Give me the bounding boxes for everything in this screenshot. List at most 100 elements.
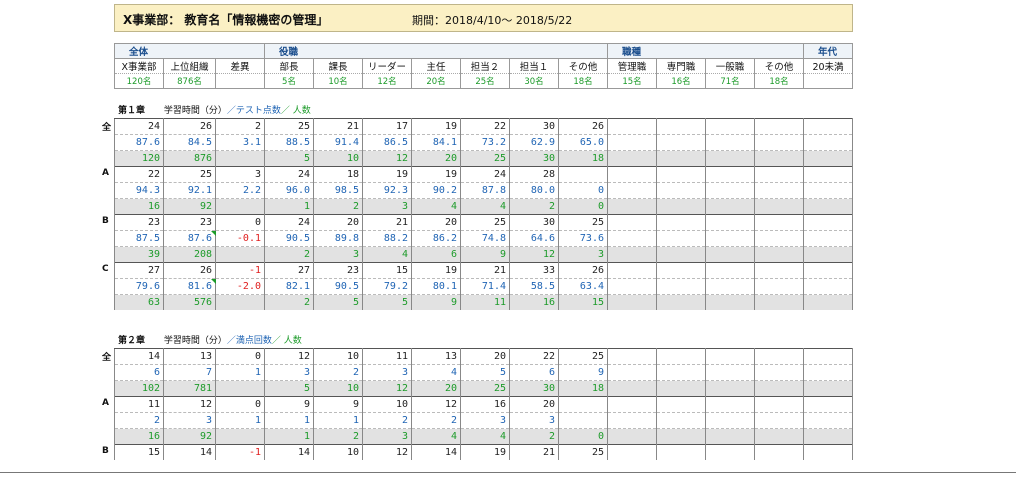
table-cell	[754, 380, 804, 397]
table-cell: 30	[509, 214, 559, 231]
table-cell: 19	[411, 166, 461, 183]
table-cell	[558, 412, 608, 429]
table-cell: 71.4	[460, 278, 510, 295]
table-cell: 39	[114, 246, 164, 263]
table-cell: 80.1	[411, 278, 461, 295]
table-cell: 14	[264, 444, 314, 460]
table-cell	[803, 364, 853, 381]
table-cell: 4	[460, 198, 510, 215]
table-cell	[607, 246, 657, 263]
table-cell	[656, 428, 706, 445]
table-cell: 89.8	[313, 230, 363, 247]
table-cell: 19	[460, 444, 510, 460]
table-cell	[803, 278, 853, 295]
table-row: 94.3 92.1 2.2 96.0 98.5 92.3 90.2 87.8 80.0 0	[114, 182, 853, 199]
table-cell	[656, 166, 706, 183]
table-cell: 25	[558, 444, 608, 460]
header-group-row: 全体 役職 職種 年代	[114, 43, 853, 59]
table-cell	[705, 294, 755, 310]
table-cell: 90.5	[313, 278, 363, 295]
table-cell	[754, 348, 804, 365]
column-header: 担当２	[460, 58, 510, 74]
data-table: 14 13 0 12 10 11 13 20 22 25 6 7 1 3 2 3 4 5 6 9 102 781 5 10 12…	[114, 348, 853, 460]
table-cell	[656, 278, 706, 295]
table-cell: 24	[264, 166, 314, 183]
table-cell: 120	[114, 150, 164, 167]
table-cell: 58.5	[509, 278, 559, 295]
table-cell	[656, 294, 706, 310]
row-group-label: A	[102, 398, 109, 408]
table-cell: 27	[264, 262, 314, 279]
table-cell	[607, 182, 657, 199]
table-cell: 576	[163, 294, 216, 310]
table-row: 231112233	[114, 412, 853, 429]
table-cell	[705, 380, 755, 397]
table-cell: 87.6	[163, 230, 216, 247]
column-header: 20未満	[803, 58, 853, 74]
row-group-label: B	[102, 446, 109, 456]
table-cell: 26	[163, 118, 216, 135]
column-count: 71名	[705, 73, 755, 89]
table-cell: 12	[509, 246, 559, 263]
table-cell: 90.5	[264, 230, 314, 247]
table-cell	[754, 134, 804, 151]
table-cell: 23	[313, 262, 363, 279]
table-cell	[803, 150, 853, 167]
table-cell	[607, 198, 657, 215]
table-cell: 92.1	[163, 182, 216, 199]
table-cell: 63.4	[558, 278, 608, 295]
table-cell: 2	[509, 428, 559, 445]
table-cell	[754, 230, 804, 247]
legend-time: 学習時間（分）	[163, 106, 227, 116]
report-title-banner: X事業部： 教育名「情報機密の管理」 期間：2018/4/10～ 2018/5/…	[114, 4, 853, 32]
table-cell: 4	[362, 246, 412, 263]
table-cell: 22	[460, 118, 510, 135]
table-cell: 10	[313, 348, 363, 365]
column-count	[803, 73, 853, 89]
table-cell	[803, 246, 853, 263]
table-cell	[607, 364, 657, 381]
table-cell	[705, 412, 755, 429]
table-cell: 7	[163, 364, 216, 381]
table-cell	[607, 278, 657, 295]
table-cell: 3	[264, 364, 314, 381]
table-cell: 12	[411, 396, 461, 413]
table-cell	[754, 444, 804, 460]
table-cell	[754, 118, 804, 135]
table-cell: 22	[114, 166, 164, 183]
table-cell: 9	[558, 364, 608, 381]
table-cell: 12	[362, 444, 412, 460]
table-cell: 23	[114, 214, 164, 231]
table-cell: 6	[411, 246, 461, 263]
row-group-label: B	[102, 216, 109, 226]
table-cell	[607, 214, 657, 231]
table-cell: 14	[163, 444, 216, 460]
group-all: 全体	[114, 43, 265, 59]
table-cell: 25	[460, 214, 510, 231]
table-cell: 22	[509, 348, 559, 365]
table-cell: 9	[460, 246, 510, 263]
table-cell: -1	[215, 444, 265, 460]
header-count-row: 120名 876名 5名 10名 12名 20名 25名 30名 18名 15名 16名 71名 18名	[114, 73, 853, 89]
table-cell: 21	[509, 444, 559, 460]
table-cell	[754, 396, 804, 413]
table-cell: 9	[264, 396, 314, 413]
table-cell	[754, 412, 804, 429]
table-cell: 20	[460, 348, 510, 365]
table-cell: 3	[509, 412, 559, 429]
group-position: 役職	[264, 43, 608, 59]
table-cell: 11	[114, 396, 164, 413]
table-cell: 79.2	[362, 278, 412, 295]
table-cell	[607, 396, 657, 413]
table-cell: 25	[558, 214, 608, 231]
table-cell	[607, 230, 657, 247]
table-cell: 2	[264, 246, 314, 263]
table-cell: 0	[215, 348, 265, 365]
table-cell: 20	[313, 214, 363, 231]
table-cell: 10	[313, 150, 363, 167]
table-cell	[754, 278, 804, 295]
table-cell: 0	[558, 428, 608, 445]
table-row: 79.6 81.6 -2.0 82.1 90.5 79.2 80.1 71.4 58.5 63.4	[114, 278, 853, 295]
table-cell: 25	[163, 166, 216, 183]
column-header: 部長	[264, 58, 314, 74]
